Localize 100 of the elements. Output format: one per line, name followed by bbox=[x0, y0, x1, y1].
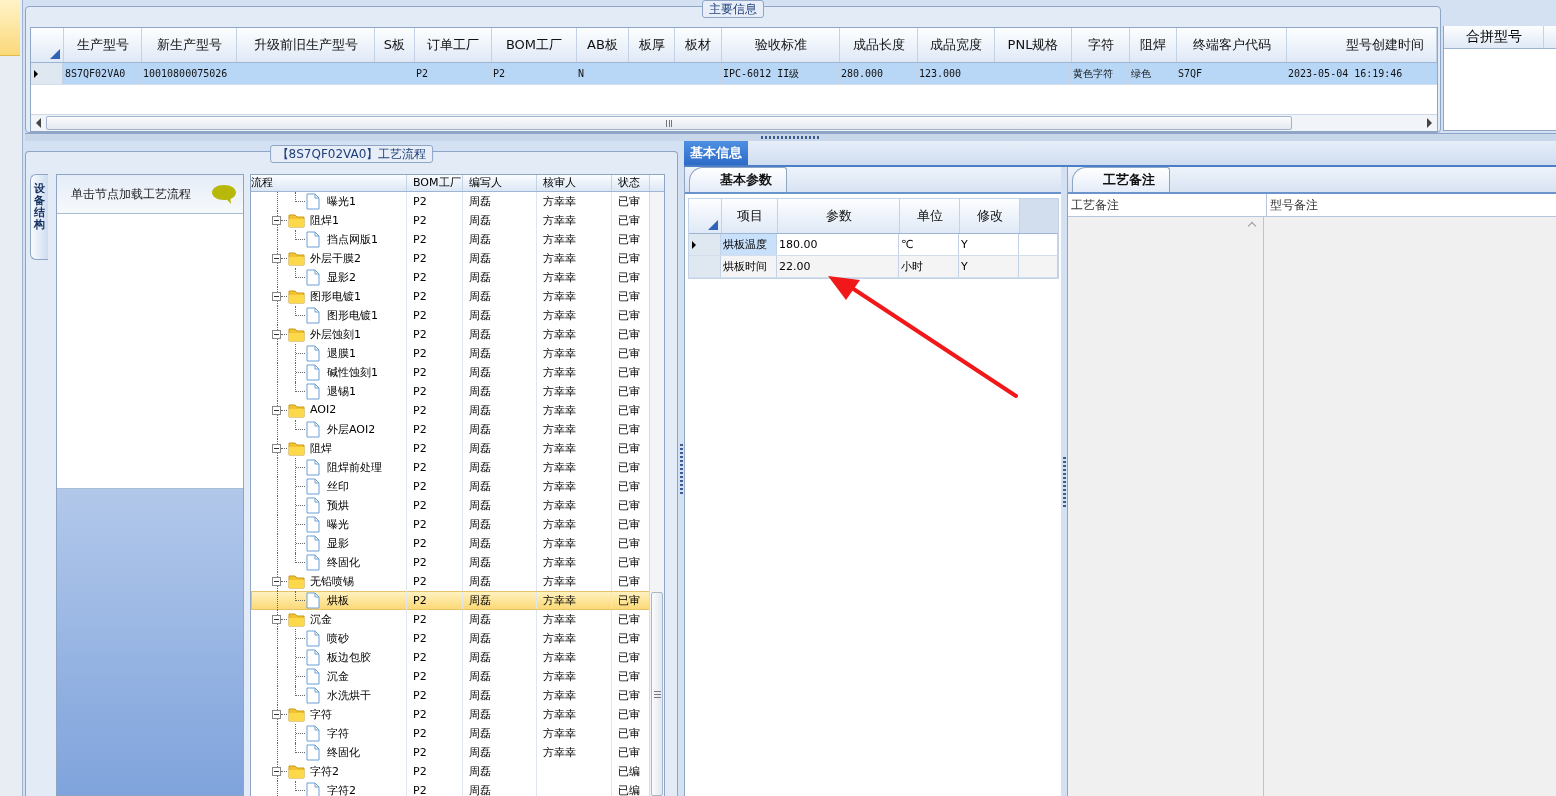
vertical-scrollbar[interactable] bbox=[649, 192, 664, 796]
column-header[interactable]: 字符 bbox=[1072, 28, 1130, 62]
column-header[interactable]: 流程 bbox=[251, 175, 407, 191]
table-cell: 绿色 bbox=[1131, 66, 1151, 81]
tab[interactable]: 基本参数 bbox=[689, 167, 787, 192]
column-header[interactable]: 板材 bbox=[675, 28, 722, 62]
column-header[interactable]: 订单工厂 bbox=[415, 28, 492, 62]
table-cell: 已审 bbox=[618, 745, 640, 760]
expander-icon[interactable] bbox=[272, 292, 281, 301]
column-header[interactable]: 型号创建时间 bbox=[1287, 28, 1437, 62]
folder-icon bbox=[288, 251, 305, 266]
node-label: 字符 bbox=[327, 726, 349, 741]
document-icon bbox=[306, 307, 320, 324]
column-header[interactable]: BOM工厂 bbox=[492, 28, 577, 62]
table-row[interactable]: 烘板温度 180.00 ℃ Y bbox=[689, 234, 1058, 256]
document-icon bbox=[306, 421, 320, 438]
table-cell: 已审 bbox=[618, 612, 640, 627]
tree-row[interactable]: 烘板 P2 周磊 方幸幸 已审 bbox=[251, 591, 650, 610]
hint-text: 单击节点加载工艺流程 bbox=[71, 185, 191, 203]
column-header[interactable]: 单位 bbox=[900, 199, 960, 233]
expander-icon[interactable] bbox=[272, 615, 281, 624]
tree-row[interactable]: 字符 P2 周磊 方幸幸 已审 bbox=[251, 705, 650, 724]
side-tab[interactable]: 设备结构 bbox=[30, 174, 48, 261]
column-header[interactable]: 验收标准 bbox=[722, 28, 840, 62]
column-header[interactable]: 新生产型号 bbox=[142, 28, 237, 62]
tree-row[interactable]: 字符2 P2 周磊 已编 bbox=[251, 762, 650, 781]
table-cell: P2 bbox=[413, 727, 427, 740]
column-header[interactable]: 编写人 bbox=[463, 175, 537, 191]
column-header[interactable]: AB板 bbox=[577, 28, 629, 62]
column-header[interactable]: 阻焊 bbox=[1130, 28, 1177, 62]
column-header[interactable]: 核审人 bbox=[537, 175, 612, 191]
table-cell: 已审 bbox=[618, 669, 640, 684]
splitter-grip-icon[interactable] bbox=[679, 443, 683, 494]
table-cell: 已审 bbox=[618, 517, 640, 532]
node-label: 板边包胶 bbox=[327, 650, 371, 665]
expander-icon[interactable] bbox=[272, 330, 281, 339]
scroll-right-icon[interactable] bbox=[1427, 118, 1432, 128]
tree-row[interactable]: AOI2 P2 周磊 方幸幸 已审 bbox=[251, 401, 650, 420]
table-cell: P2 bbox=[413, 765, 427, 778]
tree-row[interactable]: 外层蚀刻1 P2 周磊 方幸幸 已审 bbox=[251, 325, 650, 344]
column-header[interactable]: 工艺备注 bbox=[1068, 194, 1267, 216]
column-header[interactable]: 生产型号 bbox=[64, 28, 142, 62]
splitter-grip-icon[interactable] bbox=[760, 136, 821, 139]
column-header[interactable]: 终端客户代码 bbox=[1177, 28, 1287, 62]
expander-icon[interactable] bbox=[272, 767, 281, 776]
table-row[interactable]: 烘板时间 22.00 小时 Y bbox=[689, 256, 1058, 278]
column-header[interactable]: 型号备注 bbox=[1267, 194, 1556, 216]
table-cell: 已审 bbox=[618, 555, 640, 570]
column-header[interactable]: 板厚 bbox=[629, 28, 675, 62]
node-label: 字符2 bbox=[327, 783, 356, 796]
node-label: 阻焊前处理 bbox=[327, 460, 382, 475]
folder-icon bbox=[288, 289, 305, 304]
horizontal-scrollbar[interactable] bbox=[31, 114, 1437, 131]
table-cell: 已审 bbox=[618, 289, 640, 304]
expander-icon[interactable] bbox=[272, 444, 281, 453]
table-cell: 方幸幸 bbox=[543, 688, 576, 703]
column-header[interactable]: 成品宽度 bbox=[918, 28, 995, 62]
node-label: 喷砂 bbox=[327, 631, 349, 646]
document-icon bbox=[306, 535, 320, 552]
column-header[interactable]: BOM工厂 bbox=[407, 175, 463, 191]
table-cell: 烘板时间 bbox=[723, 259, 767, 274]
table-row[interactable]: 8S7QF02VA0 10010800075026 P2 P2 N IPC-6012 II级 280.000 123.000 黄色字符 绿色 S7QF 2023-05-04 16:19:46 bbox=[31, 63, 1437, 85]
table-cell: P2 bbox=[413, 670, 427, 683]
node-label: AOI2 bbox=[310, 403, 337, 416]
table-cell: 方幸幸 bbox=[543, 403, 576, 418]
tab[interactable]: 工艺备注 bbox=[1072, 167, 1170, 192]
expander-icon[interactable] bbox=[272, 406, 281, 415]
column-header[interactable]: PNL规格 bbox=[995, 28, 1072, 62]
scroll-left-icon[interactable] bbox=[36, 118, 41, 128]
table-cell: P2 bbox=[413, 632, 427, 645]
node-label: 终固化 bbox=[327, 745, 360, 760]
table-cell: 123.000 bbox=[919, 68, 962, 79]
table-cell: 周磊 bbox=[469, 365, 491, 380]
column-header[interactable]: 升级前旧生产型号 bbox=[237, 28, 375, 62]
column-header[interactable]: 参数 bbox=[778, 199, 900, 233]
column-header[interactable]: 成品长度 bbox=[840, 28, 918, 62]
column-header[interactable]: S板 bbox=[375, 28, 415, 62]
splitter-grip-icon[interactable] bbox=[1062, 456, 1066, 507]
table-cell: 周磊 bbox=[469, 194, 491, 209]
expander-icon[interactable] bbox=[272, 577, 281, 586]
tree-row[interactable]: 沉金 P2 周磊 方幸幸 已审 bbox=[251, 610, 650, 629]
table-cell: 已审 bbox=[618, 688, 640, 703]
table-cell: 已审 bbox=[618, 270, 640, 285]
node-label: 字符2 bbox=[310, 764, 339, 779]
table-cell: 周磊 bbox=[469, 707, 491, 722]
column-header[interactable]: 项目 bbox=[722, 199, 778, 233]
table-cell: 方幸幸 bbox=[543, 384, 576, 399]
tree-row[interactable]: 图形电镀1 P2 周磊 方幸幸 已审 bbox=[251, 287, 650, 306]
node-label: 退膜1 bbox=[327, 346, 356, 361]
tab[interactable]: 基本信息 bbox=[684, 141, 748, 165]
tree-row[interactable]: 外层干膜2 P2 周磊 方幸幸 已审 bbox=[251, 249, 650, 268]
table-cell: 周磊 bbox=[469, 688, 491, 703]
table-cell: 小时 bbox=[901, 259, 923, 274]
expander-icon[interactable] bbox=[272, 710, 281, 719]
expander-icon[interactable] bbox=[272, 254, 281, 263]
expander-icon[interactable] bbox=[272, 216, 281, 225]
table-cell: 180.00 bbox=[779, 238, 818, 251]
tree-row[interactable]: 阻焊1 P2 周磊 方幸幸 已审 bbox=[251, 211, 650, 230]
tree-row[interactable]: 阻焊 P2 周磊 方幸幸 已审 bbox=[251, 439, 650, 458]
column-header[interactable]: 状态 bbox=[612, 175, 650, 191]
